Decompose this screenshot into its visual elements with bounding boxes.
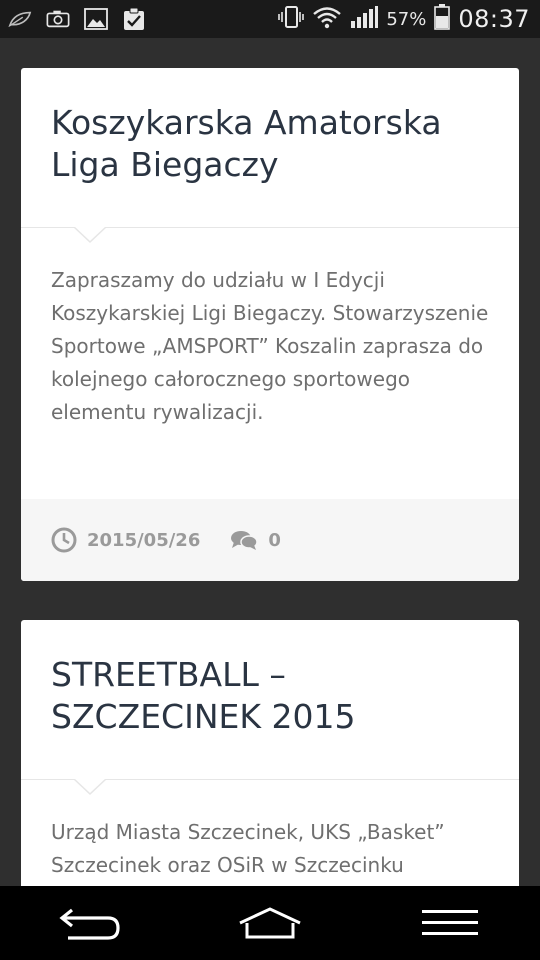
vibrate-icon xyxy=(278,5,305,33)
signal-icon xyxy=(350,5,379,33)
status-bar: 57% 08:37 xyxy=(0,0,540,38)
clock: 08:37 xyxy=(458,5,530,33)
gallery-icon xyxy=(84,8,108,30)
home-button[interactable] xyxy=(220,893,320,953)
post-date[interactable]: 2015/05/26 xyxy=(51,527,200,553)
clock-icon xyxy=(51,527,77,553)
clipboard-check-icon xyxy=(122,7,146,30)
title-divider xyxy=(21,778,519,795)
post-title[interactable]: STREETBALL – SZCZECINEK 2015 xyxy=(21,620,519,744)
post-meta: 2015/05/26 0 xyxy=(21,499,519,581)
home-icon xyxy=(239,907,301,939)
back-icon xyxy=(59,908,120,940)
menu-button[interactable] xyxy=(400,893,500,953)
notification-icons xyxy=(0,7,146,30)
battery-percent: 57% xyxy=(386,8,427,30)
camera-icon xyxy=(46,9,70,29)
post-excerpt: Urząd Miasta Szczecinek, UKS „Basket” Sz… xyxy=(51,820,445,877)
navigation-bar xyxy=(0,886,540,960)
battery-icon xyxy=(434,4,451,34)
leaf-icon xyxy=(8,9,32,29)
post-card[interactable]: Koszykarska Amatorska Liga Biegaczy Zapr… xyxy=(21,68,519,581)
post-comments[interactable]: 0 xyxy=(230,529,281,551)
post-date-text: 2015/05/26 xyxy=(87,529,201,551)
post-excerpt: Zapraszamy do udziału w I Edycji Koszyka… xyxy=(51,268,489,424)
comments-icon xyxy=(230,529,259,551)
comments-count: 0 xyxy=(268,529,281,551)
wifi-icon xyxy=(312,5,342,33)
system-indicators: 57% 08:37 xyxy=(278,0,530,38)
post-card[interactable]: STREETBALL – SZCZECINEK 2015 Urząd Miast… xyxy=(21,620,519,886)
menu-icon xyxy=(422,910,478,935)
title-divider xyxy=(21,226,519,243)
post-title[interactable]: Koszykarska Amatorska Liga Biegaczy xyxy=(21,68,519,192)
back-button[interactable] xyxy=(40,893,140,953)
post-list[interactable]: Koszykarska Amatorska Liga Biegaczy Zapr… xyxy=(0,38,540,886)
